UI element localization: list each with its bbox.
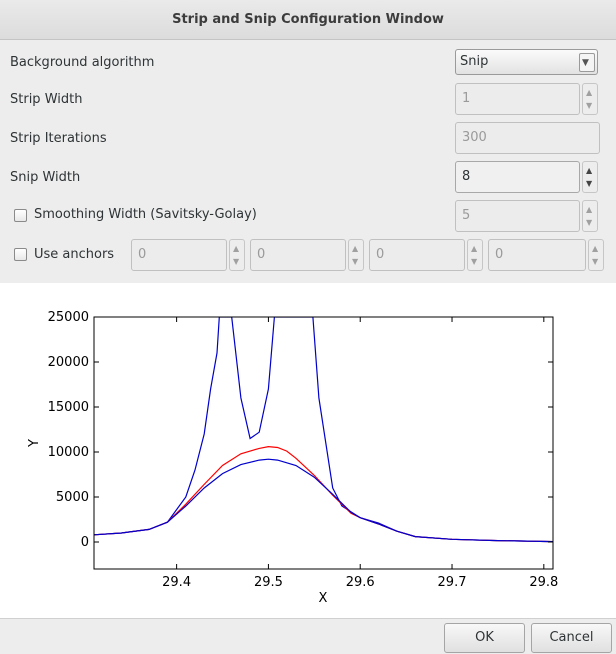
plot-frame bbox=[93, 316, 554, 570]
anchor-2-spinbox[interactable]: 0 ▲ ▼ bbox=[250, 239, 366, 271]
x-axis-label: X bbox=[319, 591, 328, 606]
background-algorithm-label: Background algorithm bbox=[10, 55, 155, 70]
x-tick-label: 29.4 bbox=[162, 575, 191, 590]
x-tick-label: 29.7 bbox=[438, 575, 467, 590]
strip-width-label: Strip Width bbox=[10, 92, 83, 107]
smoothing-width-label: Smoothing Width (Savitsky-Golay) bbox=[34, 207, 257, 222]
x-tick-label: 29.5 bbox=[254, 575, 283, 590]
smoothing-width-spinbox[interactable]: 5 ▲ ▼ bbox=[455, 200, 600, 232]
anchor-4-spinbox[interactable]: 0 ▲ ▼ bbox=[488, 239, 606, 271]
strip-iterations-spinbox[interactable]: 300 bbox=[455, 122, 600, 154]
anchor-1-stepper[interactable]: ▲ ▼ bbox=[229, 239, 245, 271]
anchor-2-stepper[interactable]: ▲ ▼ bbox=[348, 239, 364, 271]
anchor-1-field[interactable]: 0 bbox=[131, 239, 227, 271]
arrow-down-icon[interactable]: ▼ bbox=[586, 102, 592, 110]
chevron-down-icon[interactable]: ▼ bbox=[579, 53, 595, 72]
arrow-up-icon[interactable]: ▲ bbox=[586, 89, 592, 97]
series-layer bbox=[94, 317, 553, 543]
anchor-3-stepper[interactable]: ▲ ▼ bbox=[467, 239, 483, 271]
y-tick-label: 20000 bbox=[48, 355, 89, 370]
anchor-2-field[interactable]: 0 bbox=[250, 239, 346, 271]
strip-iterations-label: Strip Iterations bbox=[10, 131, 107, 146]
use-anchors-label: Use anchors bbox=[34, 247, 115, 262]
arrow-up-icon[interactable]: ▲ bbox=[471, 245, 477, 253]
window-title: Strip and Snip Configuration Window bbox=[0, 0, 616, 40]
ok-button[interactable]: OK bbox=[444, 623, 525, 653]
y-tick-label: 15000 bbox=[48, 400, 89, 415]
x-tick-label: 29.6 bbox=[346, 575, 375, 590]
background-algorithm-select[interactable]: Snip ▼ bbox=[455, 49, 598, 75]
anchor-1-spinbox[interactable]: 0 ▲ ▼ bbox=[131, 239, 247, 271]
x-tick-label: 29.8 bbox=[529, 575, 558, 590]
strip-iterations-field[interactable]: 300 bbox=[455, 122, 600, 154]
smoothing-width-checkbox[interactable] bbox=[14, 209, 27, 222]
arrow-up-icon[interactable]: ▲ bbox=[586, 206, 592, 214]
smoothing-width-field[interactable]: 5 bbox=[455, 200, 580, 232]
use-anchors-checkbox[interactable] bbox=[14, 248, 27, 261]
snip-width-spinbox[interactable]: 8 ▲ ▼ bbox=[455, 161, 600, 193]
strip-width-spinbox[interactable]: 1 ▲ ▼ bbox=[455, 83, 600, 115]
y-tick-label: 25000 bbox=[48, 310, 89, 325]
config-form: Background algorithm Snip ▼ Strip Width … bbox=[0, 40, 616, 283]
arrow-up-icon[interactable]: ▲ bbox=[352, 245, 358, 253]
arrow-down-icon[interactable]: ▼ bbox=[352, 258, 358, 266]
plot-panel: 29.4 29.5 29.6 29.7 29.8 0 5000 10000 15000 20000… bbox=[0, 283, 616, 618]
arrow-down-icon[interactable]: ▼ bbox=[592, 258, 598, 266]
arrow-down-icon[interactable]: ▼ bbox=[471, 258, 477, 266]
y-tick-label: 0 bbox=[81, 535, 89, 550]
cancel-button[interactable]: Cancel bbox=[531, 623, 612, 653]
background-algorithm-value: Snip bbox=[460, 54, 489, 69]
arrow-up-icon[interactable]: ▲ bbox=[233, 245, 239, 253]
snip-width-field[interactable]: 8 bbox=[455, 161, 580, 193]
arrow-up-icon[interactable]: ▲ bbox=[592, 245, 598, 253]
anchor-3-field[interactable]: 0 bbox=[369, 239, 465, 271]
arrow-down-icon[interactable]: ▼ bbox=[233, 258, 239, 266]
anchor-4-field[interactable]: 0 bbox=[488, 239, 586, 271]
series-line-2 bbox=[94, 445, 553, 543]
anchor-4-stepper[interactable]: ▲ ▼ bbox=[588, 239, 604, 271]
arrow-down-icon[interactable]: ▼ bbox=[586, 219, 592, 227]
arrow-down-icon[interactable]: ▼ bbox=[586, 180, 592, 188]
smoothing-width-stepper[interactable]: ▲ ▼ bbox=[582, 200, 598, 232]
anchor-3-spinbox[interactable]: 0 ▲ ▼ bbox=[369, 239, 485, 271]
tick-layer: 29.4 29.5 29.6 29.7 29.8 0 5000 10000 15000 20000… bbox=[48, 310, 559, 590]
y-axis-label: Y bbox=[27, 439, 42, 448]
strip-width-field[interactable]: 1 bbox=[455, 83, 580, 115]
y-tick-label: 5000 bbox=[56, 490, 89, 505]
arrow-up-icon[interactable]: ▲ bbox=[586, 167, 592, 175]
dialog-footer: OK Cancel bbox=[0, 618, 616, 654]
background-plot: 29.4 29.5 29.6 29.7 29.8 0 5000 10000 15000 20000… bbox=[27, 310, 559, 606]
snip-width-label: Snip Width bbox=[10, 170, 81, 185]
series-line-3 bbox=[94, 458, 553, 543]
strip-width-stepper[interactable]: ▲ ▼ bbox=[582, 83, 598, 115]
y-tick-label: 10000 bbox=[48, 445, 89, 460]
series-line-1 bbox=[94, 317, 553, 543]
snip-width-stepper[interactable]: ▲ ▼ bbox=[582, 161, 598, 193]
